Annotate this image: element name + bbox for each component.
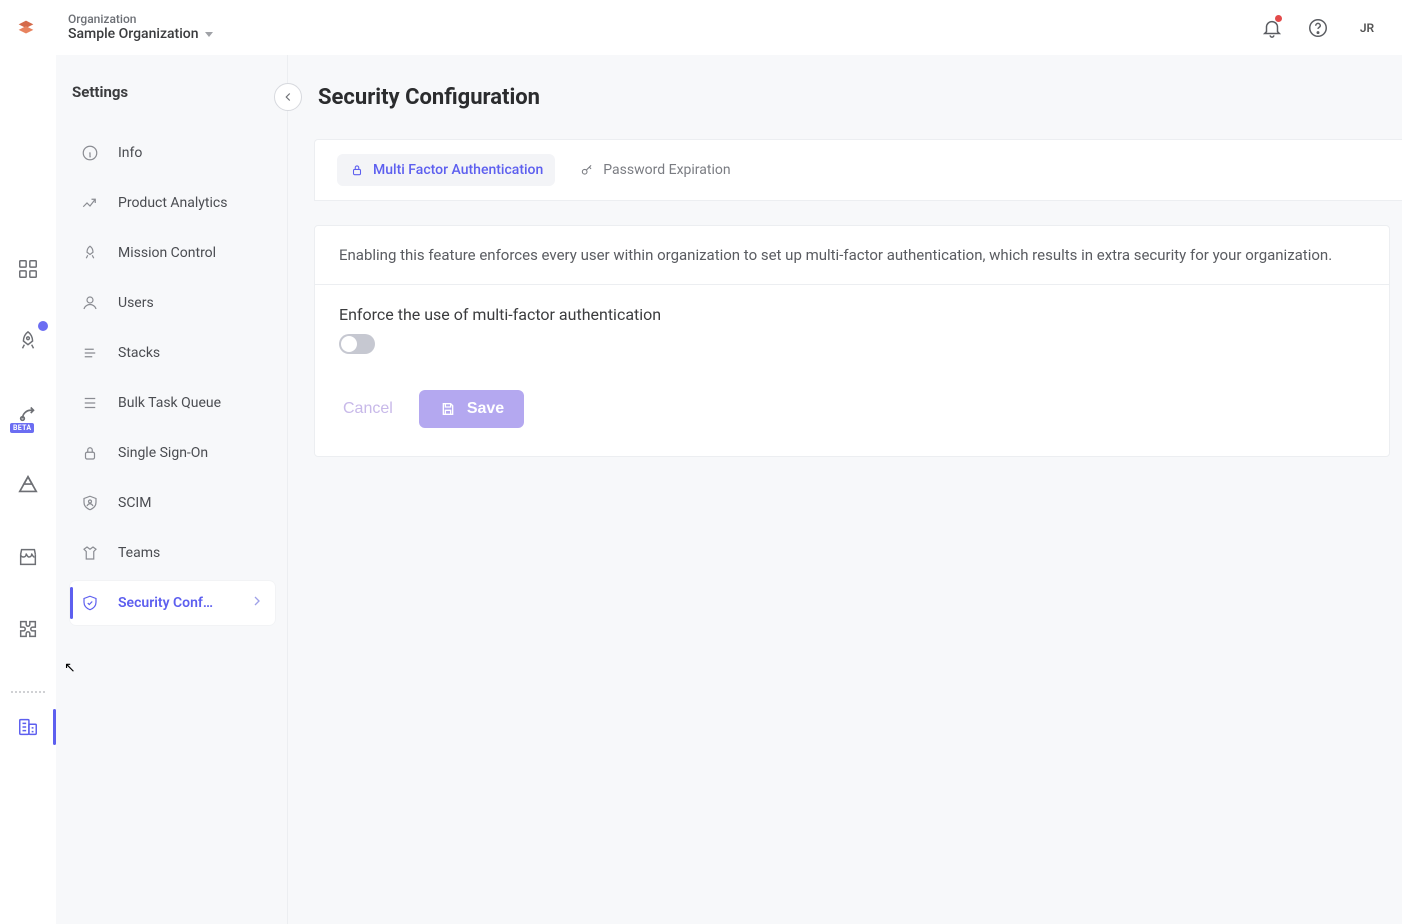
rail-item-org-settings[interactable] [14, 713, 42, 741]
user-avatar[interactable]: JR [1352, 13, 1382, 43]
settings-subnav: Settings Info Product Analytics Mission … [56, 55, 288, 924]
lock-icon [349, 162, 365, 178]
help-icon[interactable] [1306, 16, 1330, 40]
org-selector[interactable]: Organization Sample Organization [68, 12, 213, 43]
subnav-item-label: Single Sign-On [118, 445, 208, 461]
subnav-item-bulk-task-queue[interactable]: Bulk Task Queue [70, 381, 275, 425]
lock-icon [80, 443, 100, 463]
shirt-icon [80, 543, 100, 563]
shield-user-icon [80, 493, 100, 513]
org-name-text: Sample Organization [68, 26, 199, 43]
rail-item-dashboard[interactable] [14, 255, 42, 283]
rail-item-marketplace[interactable] [14, 543, 42, 571]
page-title: Security Configuration [318, 85, 540, 110]
tab-label: Multi Factor Authentication [373, 162, 543, 178]
subnav-item-teams[interactable]: Teams [70, 531, 275, 575]
subnav-item-label: Mission Control [118, 245, 216, 261]
subnav-item-stacks[interactable]: Stacks [70, 331, 275, 375]
info-icon [80, 143, 100, 163]
chevron-right-icon [249, 593, 265, 613]
mfa-panel: Enabling this feature enforces every use… [314, 225, 1390, 457]
topbar-actions: JR [1260, 13, 1382, 43]
rail-divider [11, 691, 45, 693]
subnav-item-scim[interactable]: SCIM [70, 481, 275, 525]
mfa-toggle-label: Enforce the use of multi-factor authenti… [339, 305, 1365, 324]
subnav-item-label: Info [118, 145, 142, 161]
subnav-item-label: Users [118, 295, 154, 311]
org-name[interactable]: Sample Organization [68, 26, 213, 43]
save-button-label: Save [467, 400, 504, 418]
topbar: Organization Sample Organization JR [0, 0, 1402, 55]
tab-password-expiration[interactable]: Password Expiration [567, 154, 742, 186]
mfa-toggle[interactable] [339, 334, 375, 354]
subnav-item-mission-control[interactable]: Mission Control [70, 231, 275, 275]
shield-check-icon [80, 593, 100, 613]
tab-mfa[interactable]: Multi Factor Authentication [337, 154, 555, 186]
subnav-item-security-config[interactable]: Security Conf… [70, 581, 275, 625]
back-button[interactable] [274, 83, 302, 111]
app-shell: BETA Settings Info Product Analytics Mis… [0, 55, 1402, 924]
subnav-item-label: Bulk Task Queue [118, 395, 221, 411]
save-icon [439, 400, 457, 418]
tab-label: Password Expiration [603, 162, 730, 178]
subnav-item-label: Security Conf… [118, 595, 213, 611]
subnav-item-label: Product Analytics [118, 195, 227, 211]
notification-dot-icon [1275, 15, 1282, 22]
queue-icon [80, 393, 100, 413]
panel-description: Enabling this feature enforces every use… [315, 226, 1389, 285]
chevron-down-icon [205, 32, 213, 37]
tab-bar: Multi Factor Authentication Password Exp… [314, 139, 1402, 201]
subnav-item-label: Stacks [118, 345, 160, 361]
nav-rail: BETA [0, 55, 56, 924]
panel-body: Enforce the use of multi-factor authenti… [315, 285, 1389, 456]
rail-badge-dot-icon [38, 321, 48, 331]
subnav-item-info[interactable]: Info [70, 131, 275, 175]
app-logo-icon [12, 14, 40, 42]
rail-item-devloop[interactable]: BETA [14, 399, 42, 427]
mission-icon [80, 243, 100, 263]
subnav-title: Settings [70, 83, 275, 101]
notifications-icon[interactable] [1260, 16, 1284, 40]
subnav-item-sso[interactable]: Single Sign-On [70, 431, 275, 475]
rail-item-launch[interactable] [14, 327, 42, 355]
key-icon [579, 162, 595, 178]
stacks-icon [80, 343, 100, 363]
subnav-item-label: SCIM [118, 495, 151, 511]
subnav-item-label: Teams [118, 545, 160, 561]
subnav-item-product-analytics[interactable]: Product Analytics [70, 181, 275, 225]
rail-item-integrations[interactable] [14, 615, 42, 643]
analytics-icon [80, 193, 100, 213]
page-header: Security Configuration [288, 83, 1402, 139]
panel-actions: Cancel Save [339, 390, 1365, 428]
subnav-item-users[interactable]: Users [70, 281, 275, 325]
beta-badge: BETA [10, 423, 34, 433]
cancel-button[interactable]: Cancel [339, 392, 397, 426]
org-label: Organization [68, 12, 213, 26]
save-button[interactable]: Save [419, 390, 524, 428]
rail-item-automate[interactable] [14, 471, 42, 499]
main-content: Security Configuration Multi Factor Auth… [288, 55, 1402, 924]
user-icon [80, 293, 100, 313]
